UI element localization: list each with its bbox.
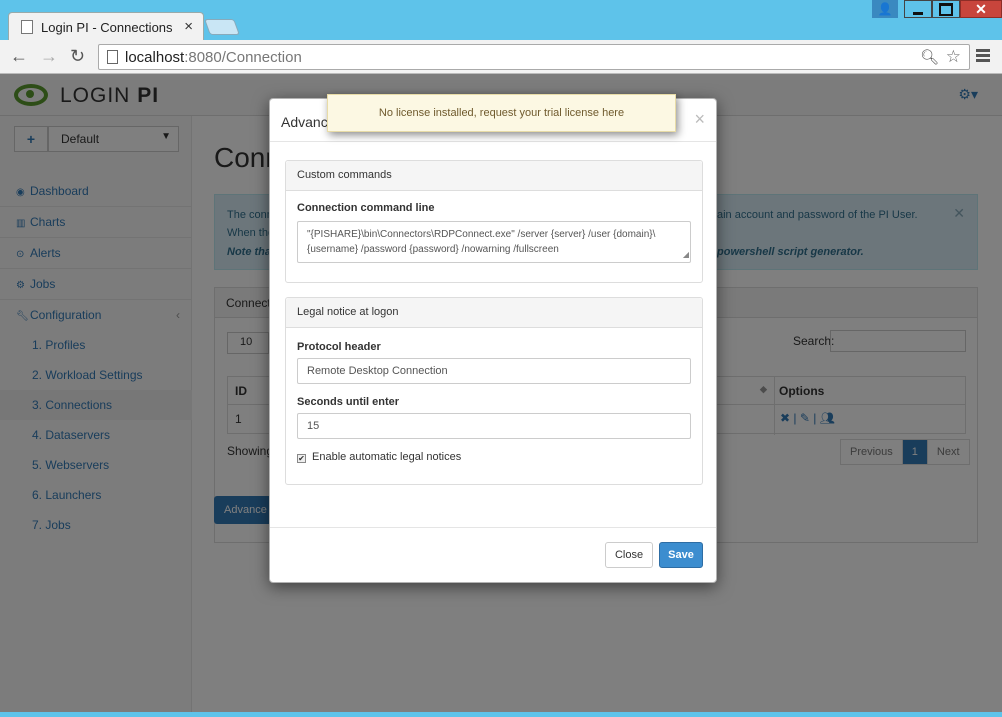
section-title: Custom commands (286, 161, 702, 191)
minimize-button[interactable] (904, 0, 932, 18)
window-close-button[interactable]: ✕ (960, 0, 1002, 18)
save-button[interactable]: Save (659, 542, 703, 568)
browser-tab[interactable]: Login PI - Connections × (8, 12, 204, 40)
command-line-textarea[interactable]: "{PISHARE}\bin\Connectors\RDPConnect.exe… (297, 221, 691, 263)
checkbox-label: Enable automatic legal notices (312, 451, 462, 463)
resize-grip-icon[interactable]: ◢ (683, 247, 689, 262)
tab-close-icon[interactable]: × (184, 18, 193, 35)
bookmark-star-icon[interactable]: ☆ (946, 47, 961, 67)
divider (270, 141, 716, 142)
url-text[interactable]: localhost:8080/Connection (125, 49, 302, 66)
close-button[interactable]: Close (605, 542, 653, 568)
browser-toolbar: ← → ↻ localhost:8080/Connection 🔍︎ ☆ (0, 40, 1002, 74)
legal-notice-section: Legal notice at logon Protocol header Re… (285, 297, 703, 485)
tab-title: Login PI - Connections (41, 20, 173, 35)
user-account-icon[interactable]: 👤 (872, 0, 898, 18)
modal-title: Advanc (281, 114, 328, 130)
legal-notices-checkbox-row[interactable]: ✔ Enable automatic legal notices (297, 451, 461, 463)
protocol-header-input[interactable]: Remote Desktop Connection (297, 358, 691, 384)
modal-close-icon[interactable]: × (694, 109, 705, 130)
seconds-until-enter-label: Seconds until enter (297, 396, 400, 408)
textarea-line: {username} /password {password} /nowarni… (307, 244, 559, 255)
divider (270, 527, 716, 528)
browser-menu-icon[interactable] (976, 49, 990, 64)
browser-titlebar: Login PI - Connections × 👤 ✕ (0, 0, 1002, 40)
reload-icon[interactable]: ↻ (70, 46, 85, 67)
maximize-button[interactable] (932, 0, 960, 18)
web-page: LOGIN PI ⚙▾ + Default▼ ◉Dashboard ▥Chart… (0, 74, 1002, 717)
new-tab-button[interactable] (204, 19, 240, 35)
page-favicon-icon (21, 20, 33, 34)
custom-commands-section: Custom commands Connection command line … (285, 160, 703, 283)
textarea-line: "{PISHARE}\bin\Connectors\RDPConnect.exe… (307, 229, 656, 240)
back-arrow-icon[interactable]: ← (10, 46, 28, 67)
command-line-label: Connection command line (297, 202, 435, 214)
zoom-icon[interactable]: 🔍︎ (920, 48, 939, 66)
section-title: Legal notice at logon (286, 298, 702, 328)
license-notification[interactable]: No license installed, request your trial… (327, 94, 676, 132)
advanced-settings-modal: Advanc × Custom commands Connection comm… (269, 98, 717, 583)
page-icon (107, 50, 118, 64)
forward-arrow-icon[interactable]: → (40, 46, 58, 67)
window-border (0, 712, 1002, 717)
legal-notices-checkbox[interactable]: ✔ (297, 454, 306, 463)
protocol-header-label: Protocol header (297, 341, 381, 353)
seconds-until-enter-input[interactable]: 15 (297, 413, 691, 439)
address-bar[interactable]: localhost:8080/Connection 🔍︎ ☆ (98, 44, 970, 70)
